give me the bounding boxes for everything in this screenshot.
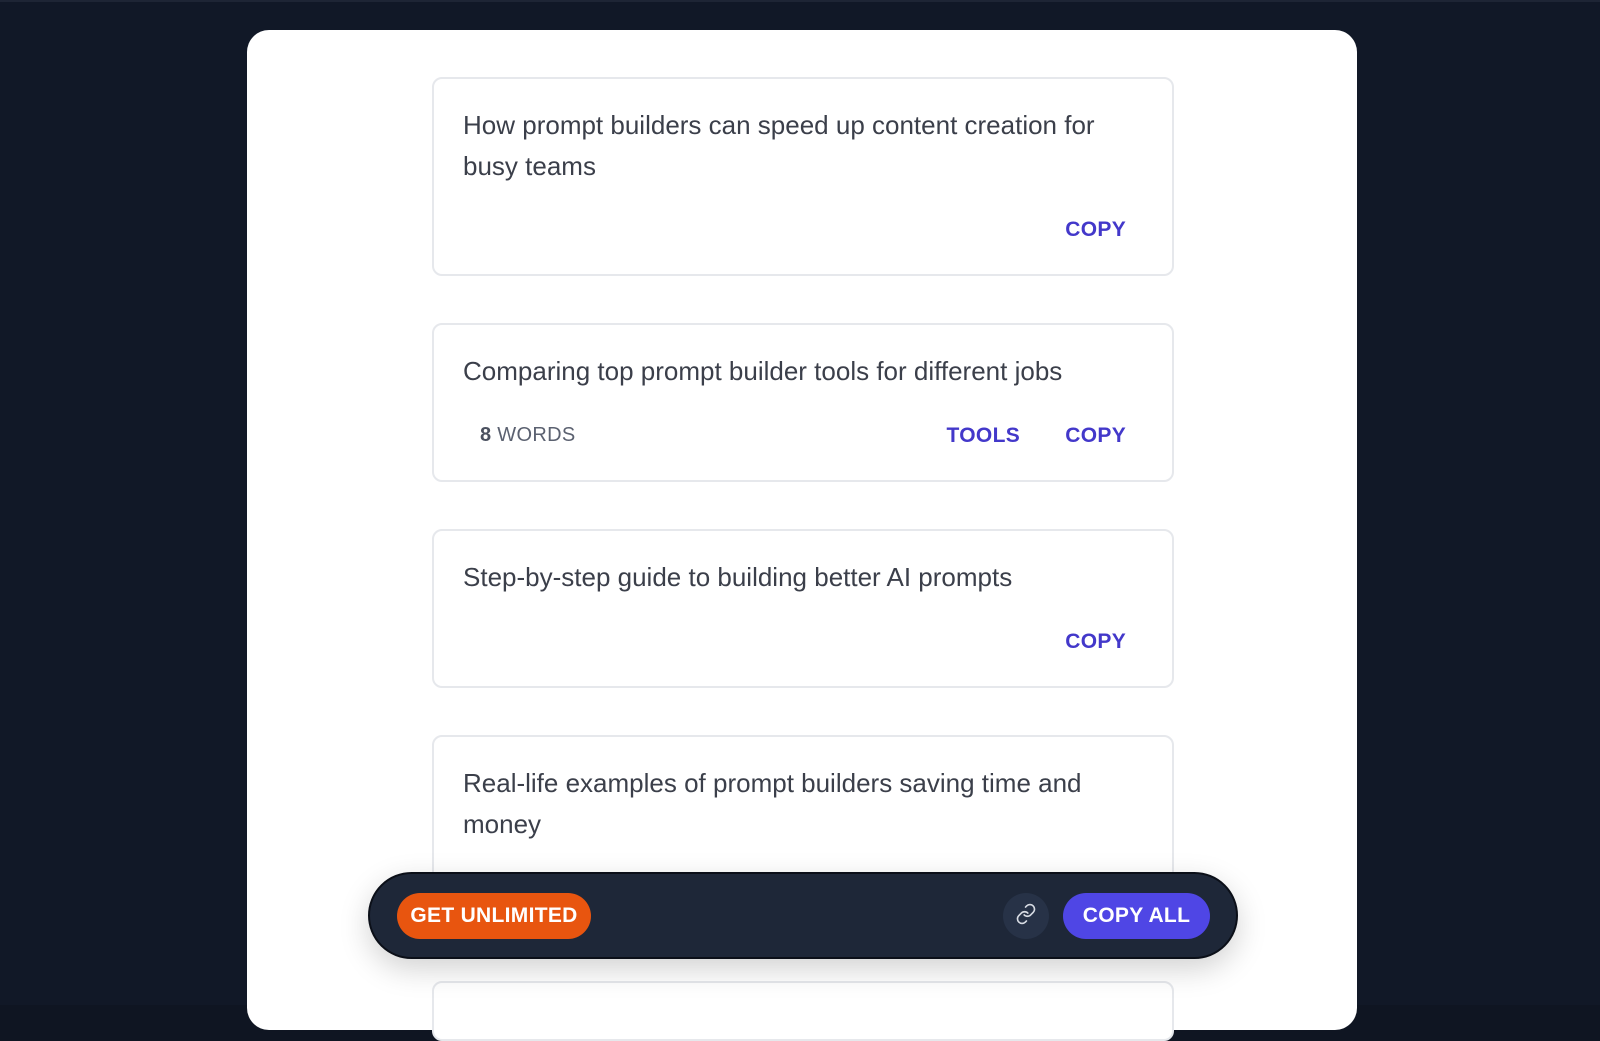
copy-button[interactable]: COPY [1065, 424, 1126, 448]
copy-button[interactable]: COPY [1065, 630, 1126, 654]
bottom-action-bar: GET UNLIMITED COPY ALL [368, 872, 1238, 959]
prompt-text: How prompt builders can speed up content… [463, 110, 1095, 181]
get-unlimited-button[interactable]: GET UNLIMITED [397, 893, 591, 939]
prompt-card: Comparing top prompt builder tools for d… [432, 323, 1174, 482]
link-icon [1015, 903, 1037, 930]
prompt-card: Real-life examples of prompt builders sa… [432, 735, 1174, 895]
prompt-text: Step-by-step guide to building better AI… [463, 562, 1013, 592]
word-count: 8 WORDS [480, 424, 575, 447]
share-link-button[interactable] [1003, 893, 1049, 939]
prompt-card: Step-by-step guide to building better AI… [432, 529, 1174, 688]
prompt-text: Comparing top prompt builder tools for d… [463, 356, 1063, 386]
word-count-label: WORDS [497, 424, 576, 446]
copy-all-button[interactable]: COPY ALL [1063, 893, 1210, 939]
word-count-value: 8 [480, 424, 492, 446]
copy-button[interactable]: COPY [1065, 218, 1126, 242]
tools-button[interactable]: TOOLS [947, 424, 1020, 448]
prompt-card: How prompt builders can speed up content… [432, 77, 1174, 276]
prompt-card [432, 981, 1174, 1041]
prompt-text: Real-life examples of prompt builders sa… [463, 768, 1082, 839]
